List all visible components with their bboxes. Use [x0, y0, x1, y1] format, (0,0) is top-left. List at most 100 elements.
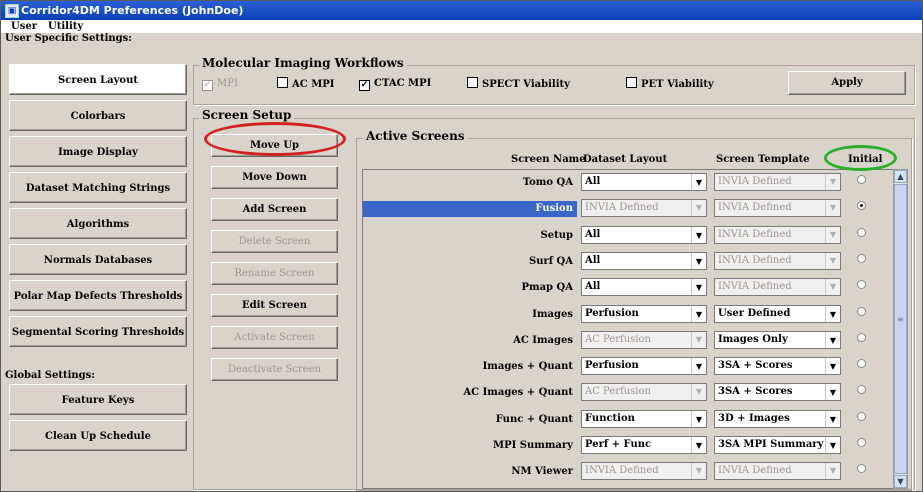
- chevron-down-icon: ▼: [691, 463, 706, 480]
- chevron-down-icon[interactable]: ▼: [825, 384, 840, 401]
- screen-name[interactable]: Surf QA: [363, 254, 577, 270]
- table-row[interactable]: Func + Quant Function ▼ 3D + Images ▼: [363, 407, 891, 433]
- chevron-down-icon[interactable]: ▼: [691, 174, 706, 190]
- chevron-down-icon[interactable]: ▼: [691, 279, 706, 296]
- table-row[interactable]: Tomo QA All ▼ INVIA Defined ▼: [363, 170, 891, 196]
- chevron-down-icon[interactable]: ▼: [691, 437, 706, 453]
- chevron-down-icon[interactable]: ▼: [691, 410, 706, 427]
- scroll-thumb[interactable]: ≡: [894, 184, 907, 474]
- dataset-layout-select[interactable]: All ▼: [581, 251, 707, 270]
- settings-item-screen-layout[interactable]: Screen Layout: [9, 64, 187, 95]
- initial-radio[interactable]: [857, 332, 866, 342]
- apply-button[interactable]: Apply: [788, 71, 906, 95]
- dataset-layout-select[interactable]: Perfusion ▼: [581, 304, 707, 323]
- screen-name[interactable]: NM Viewer: [363, 464, 577, 480]
- dataset-layout-select[interactable]: Perf + Func ▼: [581, 436, 707, 454]
- select-value: INVIA Defined: [718, 281, 792, 293]
- table-row[interactable]: MPI Summary Perf + Func ▼ 3SA MPI Summary ▼: [363, 433, 891, 459]
- dataset-layout-select[interactable]: Function ▼: [581, 409, 707, 428]
- move-down-button[interactable]: Move Down: [211, 166, 338, 189]
- vertical-scrollbar[interactable]: ▲ ≡ ▼: [893, 169, 908, 489]
- table-row[interactable]: Pmap QA All ▼ INVIA Defined ▼: [363, 275, 891, 301]
- chevron-down-icon[interactable]: ▼: [691, 358, 706, 375]
- scroll-up-icon[interactable]: ▲: [894, 170, 907, 183]
- table-row[interactable]: Surf QA All ▼ INVIA Defined ▼: [363, 249, 891, 275]
- screen-template-select[interactable]: Images Only ▼: [714, 330, 841, 349]
- table-row[interactable]: NM Viewer INVIA Defined ▼ INVIA Defined ▼: [363, 459, 891, 485]
- screen-template-select[interactable]: 3SA MPI Summary ▼: [714, 436, 841, 454]
- workflow-checkbox-ctac-mpi[interactable]: ✓ CTAC MPI: [359, 77, 431, 91]
- select-value: All: [585, 281, 601, 293]
- chevron-down-icon[interactable]: ▼: [691, 252, 706, 269]
- initial-radio[interactable]: [857, 306, 866, 316]
- screen-template-select: INVIA Defined ▼: [714, 251, 841, 270]
- chevron-down-icon[interactable]: ▼: [825, 410, 840, 427]
- initial-radio[interactable]: [857, 385, 866, 395]
- screen-name[interactable]: AC Images: [363, 333, 577, 349]
- screen-template-select[interactable]: 3SA + Scores ▼: [714, 383, 841, 402]
- screen-name[interactable]: Pmap QA: [363, 280, 577, 296]
- menu-utility[interactable]: Utility: [48, 20, 83, 33]
- initial-radio[interactable]: [857, 438, 866, 447]
- checkbox-icon: [277, 77, 288, 88]
- settings-item-feature-keys[interactable]: Feature Keys: [9, 384, 187, 415]
- initial-radio[interactable]: [857, 359, 866, 369]
- screen-name[interactable]: Fusion: [363, 201, 577, 218]
- workflow-checkbox-spect-viability[interactable]: SPECT Viability: [467, 77, 570, 91]
- table-row[interactable]: Images Perfusion ▼ User Defined ▼: [363, 302, 891, 328]
- settings-item-segmental-scoring-thresholds[interactable]: Segmental Scoring Thresholds: [9, 316, 187, 347]
- screen-name[interactable]: Images + Quant: [363, 359, 577, 375]
- table-row[interactable]: AC Images + Quant AC Perfusion ▼ 3SA + Scor…: [363, 380, 891, 406]
- dataset-layout-select[interactable]: All ▼: [581, 173, 707, 191]
- user-settings-header: User Specific Settings:: [5, 33, 132, 44]
- scroll-down-icon[interactable]: ▼: [894, 475, 907, 488]
- deactivate-screen-button: Deactivate Screen: [211, 358, 338, 381]
- screen-name[interactable]: Func + Quant: [363, 412, 577, 428]
- initial-radio[interactable]: [857, 201, 866, 211]
- menu-user[interactable]: User: [11, 20, 37, 33]
- workflows-title: Molecular Imaging Workflows: [199, 56, 407, 70]
- settings-item-image-display[interactable]: Image Display: [9, 136, 187, 167]
- screen-template-select[interactable]: User Defined ▼: [714, 304, 841, 323]
- initial-radio[interactable]: [857, 227, 866, 237]
- global-settings-header: Global Settings:: [5, 370, 95, 381]
- table-row[interactable]: Images + Quant Perfusion ▼ 3SA + Scores ▼: [363, 354, 891, 380]
- chevron-down-icon[interactable]: ▼: [691, 226, 706, 243]
- screen-name[interactable]: MPI Summary: [363, 438, 577, 454]
- add-screen-button[interactable]: Add Screen: [211, 198, 338, 221]
- table-row[interactable]: Fusion INVIA Defined ▼ INVIA Defined ▼: [363, 196, 891, 222]
- workflow-checkbox-pet-viability[interactable]: PET Viability: [626, 77, 714, 91]
- chevron-down-icon[interactable]: ▼: [825, 358, 840, 375]
- initial-radio[interactable]: [857, 411, 866, 421]
- settings-item-algorithms[interactable]: Algorithms: [9, 208, 187, 239]
- screen-name[interactable]: Setup: [363, 228, 577, 244]
- screen-name[interactable]: AC Images + Quant: [363, 385, 577, 401]
- initial-radio[interactable]: [857, 280, 866, 290]
- dataset-layout-select[interactable]: All ▼: [581, 278, 707, 297]
- dataset-layout-select[interactable]: Perfusion ▼: [581, 357, 707, 376]
- screen-template-select[interactable]: 3D + Images ▼: [714, 409, 841, 428]
- screen-template-select[interactable]: 3SA + Scores ▼: [714, 357, 841, 376]
- dataset-layout-select[interactable]: All ▼: [581, 225, 707, 244]
- screen-template-select: INVIA Defined ▼: [714, 199, 841, 218]
- green-highlight-oval: [824, 145, 897, 171]
- settings-item-colorbars[interactable]: Colorbars: [9, 100, 187, 131]
- settings-item-clean-up-schedule[interactable]: Clean Up Schedule: [9, 420, 187, 451]
- chevron-down-icon[interactable]: ▼: [825, 305, 840, 322]
- screen-name[interactable]: Images: [363, 307, 577, 323]
- initial-radio[interactable]: [857, 253, 866, 263]
- table-row[interactable]: Setup All ▼ INVIA Defined ▼: [363, 223, 891, 249]
- edit-screen-button[interactable]: Edit Screen: [211, 294, 338, 317]
- initial-radio[interactable]: [857, 464, 866, 474]
- settings-item-normals-databases[interactable]: Normals Databases: [9, 244, 187, 275]
- table-row[interactable]: AC Images AC Perfusion ▼ Images Only ▼: [363, 328, 891, 354]
- initial-radio[interactable]: [857, 175, 866, 184]
- workflow-checkbox-ac-mpi[interactable]: AC MPI: [277, 77, 334, 91]
- screen-name[interactable]: Tomo QA: [363, 175, 577, 191]
- chevron-down-icon[interactable]: ▼: [691, 305, 706, 322]
- settings-item-dataset-matching-strings[interactable]: Dataset Matching Strings: [9, 172, 187, 203]
- dataset-layout-select: INVIA Defined ▼: [581, 199, 707, 218]
- settings-item-polar-map-defects-thresholds[interactable]: Polar Map Defects Thresholds: [9, 280, 187, 311]
- chevron-down-icon[interactable]: ▼: [825, 331, 840, 348]
- chevron-down-icon[interactable]: ▼: [825, 437, 840, 453]
